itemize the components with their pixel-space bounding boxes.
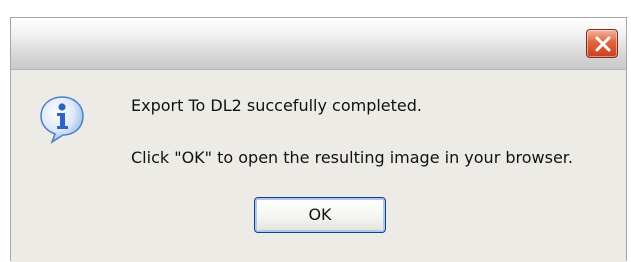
ok-button[interactable]: OK: [254, 197, 386, 233]
close-button[interactable]: [586, 29, 618, 58]
info-icon: [40, 96, 84, 144]
title-bar[interactable]: [11, 18, 626, 70]
close-icon: [595, 36, 611, 52]
message-text-primary: Export To DL2 succefully completed.: [131, 96, 422, 115]
dialog-body: Export To DL2 succefully completed. Clic…: [11, 70, 626, 262]
message-dialog: Export To DL2 succefully completed. Clic…: [10, 17, 627, 262]
message-text-secondary: Click "OK" to open the resulting image i…: [131, 148, 573, 167]
